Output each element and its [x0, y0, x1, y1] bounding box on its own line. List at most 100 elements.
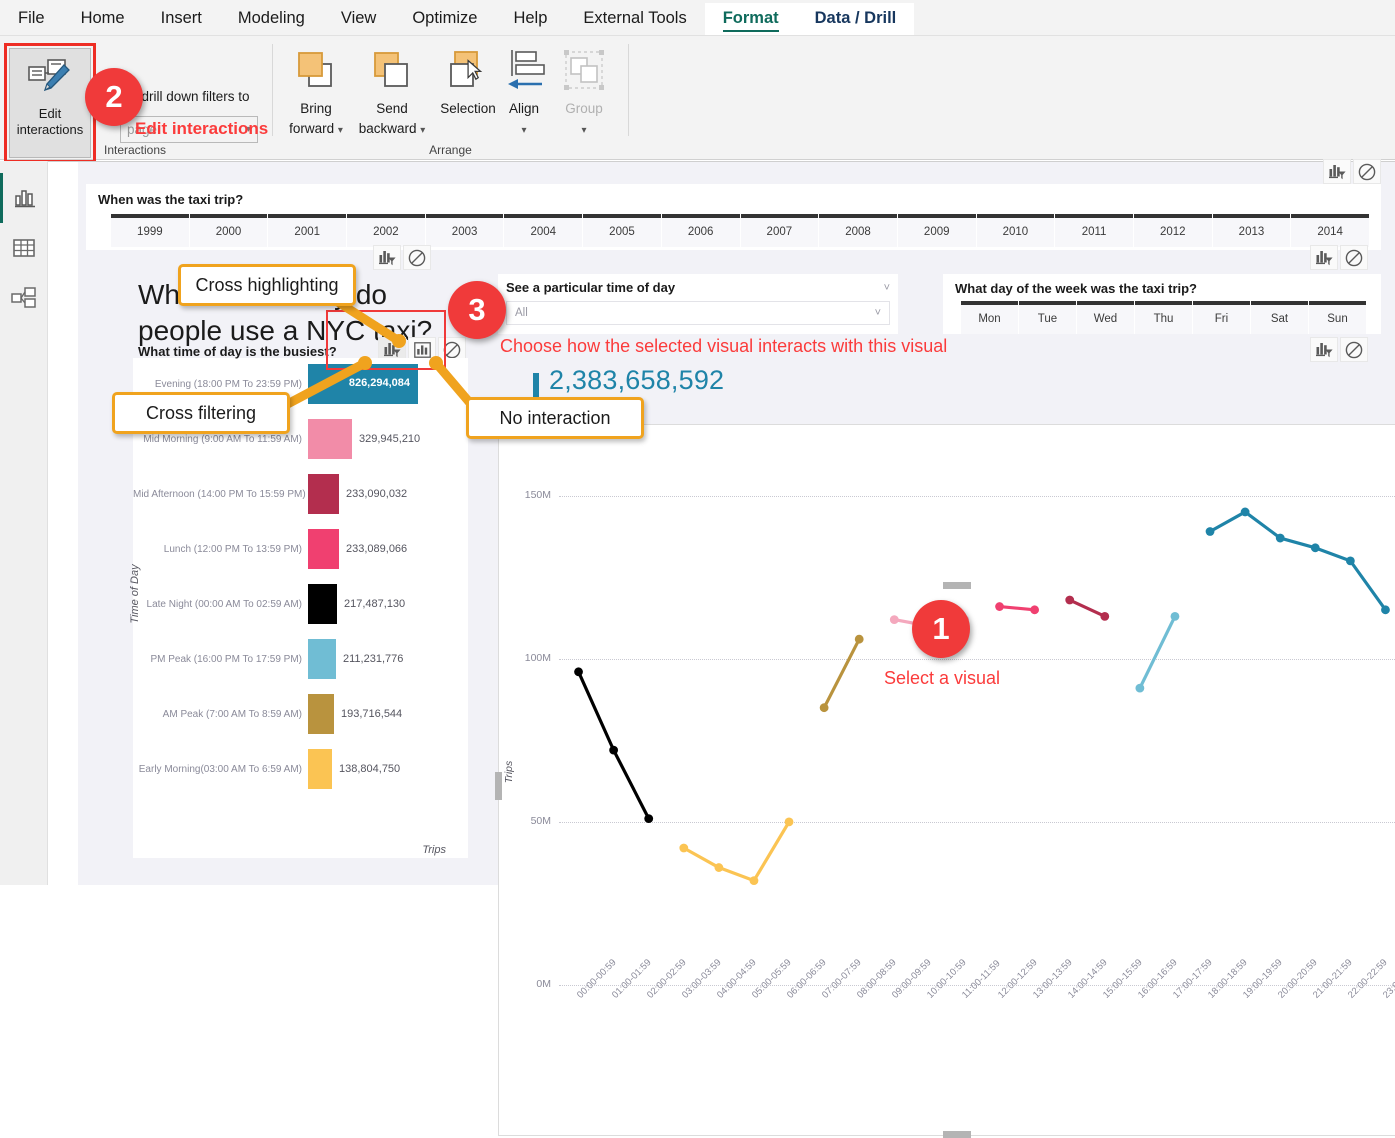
ribbon-tab-help[interactable]: Help [495, 3, 565, 35]
ribbon-tab-data-drill[interactable]: Data / Drill [797, 3, 915, 35]
slicer-item[interactable]: 1999 [111, 214, 189, 247]
send-backward-button[interactable]: Send backward ▾ [355, 48, 429, 139]
line-chart-line[interactable] [824, 639, 859, 708]
slicer-item[interactable]: 2007 [741, 214, 819, 247]
ribbon-tab-view[interactable]: View [323, 3, 394, 35]
slicer-item[interactable]: 2012 [1134, 214, 1212, 247]
slicer-item[interactable]: 2011 [1055, 214, 1133, 247]
slicer-item[interactable]: 2009 [898, 214, 976, 247]
model-view-icon[interactable] [0, 273, 48, 323]
line-chart-point[interactable] [1206, 527, 1215, 536]
time-of-day-dropdown[interactable]: All ˅ [506, 301, 890, 325]
bar-chart-row[interactable]: Mid Afternoon (14:00 PM To 15:59 PM)233,… [133, 474, 468, 514]
group-button[interactable]: Group ▾ [553, 48, 615, 139]
slicer-item[interactable]: Mon [961, 301, 1018, 334]
no-interaction-icon[interactable] [1340, 245, 1368, 270]
slicer-item[interactable]: Sun [1309, 301, 1366, 334]
chevron-down-icon[interactable]: ▾ [521, 125, 526, 136]
bar-chart-bar[interactable] [308, 749, 332, 789]
chevron-down-icon[interactable]: ▾ [338, 125, 343, 136]
no-interaction-icon[interactable] [403, 245, 431, 270]
trips-by-hour-line-chart[interactable]: Trips 0M50M100M150M00:00-00:5901:00-01:5… [498, 424, 1395, 1136]
day-of-week-slicer-visual[interactable]: What day of the week was the taxi trip? … [943, 274, 1381, 334]
slicer-item[interactable]: 2008 [819, 214, 897, 247]
line-chart-point[interactable] [1030, 605, 1039, 614]
no-interaction-icon[interactable] [1353, 159, 1381, 184]
line-chart-point[interactable] [890, 615, 899, 624]
slicer-item[interactable]: 2014 [1291, 214, 1369, 247]
line-chart-point[interactable] [820, 703, 829, 712]
slicer-item[interactable]: Sat [1251, 301, 1308, 334]
report-view-icon[interactable] [0, 173, 48, 223]
cross-filtering-icon[interactable] [373, 245, 401, 270]
line-chart-point[interactable] [1100, 612, 1109, 621]
slicer-item[interactable]: 2001 [268, 214, 346, 247]
line-chart-point[interactable] [574, 667, 583, 676]
line-chart-point[interactable] [995, 602, 1004, 611]
slicer-item[interactable]: 2004 [504, 214, 582, 247]
slicer-item[interactable]: 2002 [347, 214, 425, 247]
line-chart-point[interactable] [644, 814, 653, 823]
line-chart-point[interactable] [1171, 612, 1180, 621]
line-chart-point[interactable] [609, 746, 618, 755]
chevron-down-icon[interactable]: ▾ [420, 125, 425, 136]
bar-chart-row[interactable]: AM Peak (7:00 AM To 8:59 AM)193,716,544 [133, 694, 468, 734]
line-chart-point[interactable] [1311, 543, 1320, 552]
resize-handle-top[interactable] [943, 582, 971, 589]
line-chart-point[interactable] [1276, 534, 1285, 543]
line-chart-point[interactable] [1241, 508, 1250, 517]
line-chart-point[interactable] [1381, 605, 1390, 614]
no-interaction-icon[interactable] [1340, 337, 1368, 362]
line-chart-point[interactable] [1065, 596, 1074, 605]
bar-chart-bar[interactable] [308, 419, 352, 459]
bar-chart-bar[interactable] [308, 474, 339, 514]
slicer-item[interactable]: 2006 [662, 214, 740, 247]
bar-chart-row[interactable]: Late Night (00:00 AM To 02:59 AM)217,487… [133, 584, 468, 624]
bar-chart-bar[interactable] [308, 639, 336, 679]
chevron-down-icon[interactable]: ˅ [884, 282, 890, 294]
bar-chart-row[interactable]: Lunch (12:00 PM To 13:59 PM)233,089,066 [133, 529, 468, 569]
cross-filtering-icon[interactable] [1323, 159, 1351, 184]
line-chart-point[interactable] [714, 863, 723, 872]
line-chart-line[interactable] [1000, 607, 1035, 610]
edit-interactions-button[interactable]: Edit interactions [9, 48, 91, 158]
slicer-item[interactable]: Fri [1193, 301, 1250, 334]
ribbon-tab-file[interactable]: File [0, 3, 63, 35]
ribbon-tab-home[interactable]: Home [63, 3, 143, 35]
ribbon-tab-external-tools[interactable]: External Tools [565, 3, 704, 35]
slicer-item[interactable]: Thu [1135, 301, 1192, 334]
chevron-down-icon[interactable]: ▾ [581, 125, 586, 136]
line-chart-point[interactable] [1346, 556, 1355, 565]
slicer-item[interactable]: 2003 [426, 214, 504, 247]
slicer-item[interactable]: Wed [1077, 301, 1134, 334]
bar-chart-bar[interactable] [308, 694, 334, 734]
time-of-day-slicer-visual[interactable]: See a particular time of day ˅ All ˅ [498, 274, 898, 334]
line-chart-point[interactable] [1135, 684, 1144, 693]
resize-handle-left[interactable] [495, 772, 502, 800]
line-chart-point[interactable] [679, 844, 688, 853]
align-button[interactable]: Align ▾ [495, 48, 553, 139]
year-slicer-visual[interactable]: When was the taxi trip? 1999200020012002… [86, 184, 1381, 250]
line-chart-line[interactable] [684, 822, 789, 881]
ribbon-tab-insert[interactable]: Insert [143, 3, 220, 35]
slicer-item[interactable]: 2010 [977, 214, 1055, 247]
cross-filtering-icon[interactable] [1310, 337, 1338, 362]
line-chart-point[interactable] [855, 635, 864, 644]
resize-handle-bottom[interactable] [943, 1131, 971, 1138]
bar-chart-row[interactable]: PM Peak (16:00 PM To 17:59 PM)211,231,77… [133, 639, 468, 679]
bring-forward-button[interactable]: Bring forward ▾ [279, 48, 353, 139]
line-chart-line[interactable] [1210, 512, 1385, 610]
line-chart-line[interactable] [579, 672, 649, 819]
bar-chart-bar[interactable]: 826,294,084 [308, 364, 418, 404]
bar-chart-bar[interactable] [308, 584, 337, 624]
line-chart-point[interactable] [785, 817, 794, 826]
slicer-item[interactable]: 2013 [1213, 214, 1291, 247]
ribbon-tab-optimize[interactable]: Optimize [394, 3, 495, 35]
table-view-icon[interactable] [0, 223, 48, 273]
line-chart-point[interactable] [750, 876, 759, 885]
slicer-item[interactable]: 2000 [190, 214, 268, 247]
cross-filtering-icon[interactable] [1310, 245, 1338, 270]
slicer-item[interactable]: 2005 [583, 214, 661, 247]
line-chart-line[interactable] [1070, 600, 1105, 616]
slicer-item[interactable]: Tue [1019, 301, 1076, 334]
